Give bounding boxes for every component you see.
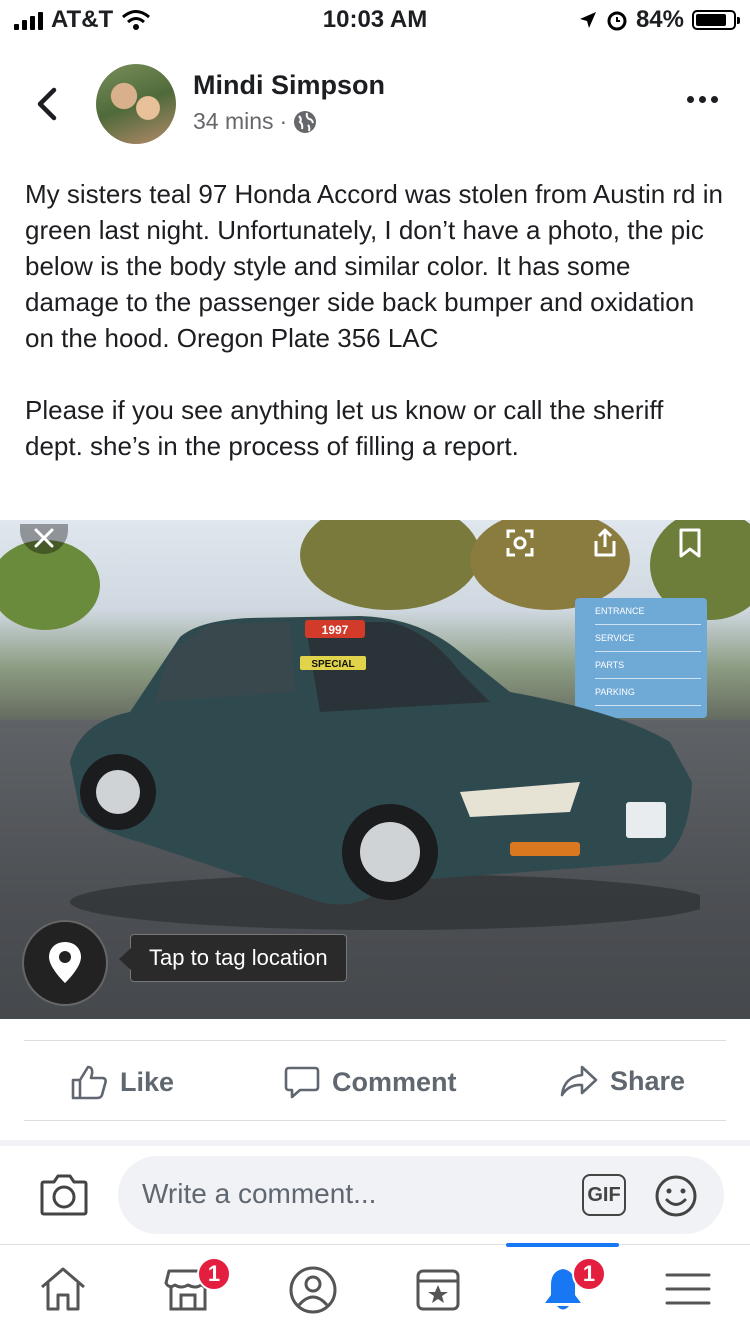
- emoji-icon[interactable]: [654, 1174, 698, 1218]
- pages-icon: [416, 1269, 460, 1311]
- location-arrow-icon: [579, 12, 596, 28]
- tab-profile[interactable]: [250, 1245, 375, 1335]
- tag-location-tooltip[interactable]: Tap to tag location: [119, 934, 347, 982]
- tab-bar: 1 1: [0, 1243, 750, 1335]
- like-label: Like: [120, 1066, 175, 1097]
- divider: [24, 1120, 726, 1121]
- post-photo[interactable]: ENTRANCE SERVICE PARTS PARKING 1997 SPEC…: [0, 520, 750, 1019]
- comment-icon: [284, 1066, 320, 1099]
- more-options-icon[interactable]: [687, 96, 718, 103]
- profile-icon: [289, 1266, 337, 1314]
- tab-menu[interactable]: [625, 1245, 750, 1335]
- windshield-sticker: SPECIAL: [311, 659, 354, 670]
- back-arrow-icon[interactable]: [30, 86, 66, 122]
- comment-placeholder: Write a comment...: [142, 1178, 377, 1209]
- thumbs-up-icon: [71, 1065, 107, 1100]
- globe-icon: [294, 110, 317, 133]
- location-pin-icon: [49, 942, 81, 983]
- menu-icon: [665, 1273, 711, 1305]
- share-photo-icon[interactable]: [590, 528, 620, 558]
- comment-composer: Write a comment... GIF: [0, 1146, 750, 1244]
- status-bar: AT&T 10:03 AM 84%: [0, 0, 750, 40]
- visual-search-icon[interactable]: [505, 528, 535, 558]
- tab-pages[interactable]: [375, 1245, 500, 1335]
- notifications-badge: 1: [572, 1257, 606, 1291]
- close-icon: [34, 528, 54, 548]
- post-meta: 34 mins ·: [193, 108, 317, 135]
- marketplace-badge: 1: [197, 1257, 231, 1291]
- divider: [24, 1040, 726, 1041]
- car-image: 1997 SPECIAL: [70, 616, 700, 930]
- post-header: Mindi Simpson 34 mins ·: [0, 58, 750, 153]
- share-label: Share: [610, 1065, 686, 1096]
- home-icon: [41, 1267, 85, 1311]
- close-photo-button[interactable]: [20, 524, 68, 554]
- tag-location-button[interactable]: [22, 920, 108, 1006]
- tab-marketplace[interactable]: 1: [125, 1245, 250, 1335]
- comment-button[interactable]: Comment: [284, 1064, 457, 1100]
- avatar[interactable]: [96, 64, 176, 144]
- author-name[interactable]: Mindi Simpson: [193, 70, 385, 101]
- post-text: My sisters teal 97 Honda Accord was stol…: [25, 179, 723, 461]
- battery-icon: [692, 10, 740, 30]
- gif-button[interactable]: GIF: [582, 1174, 626, 1216]
- tab-home[interactable]: [0, 1245, 125, 1335]
- post-time[interactable]: 34 mins: [193, 108, 274, 135]
- post-actions: Like Comment Share: [0, 1052, 750, 1112]
- windshield-year: 1997: [322, 623, 349, 637]
- share-button[interactable]: Share: [560, 1064, 685, 1098]
- save-photo-icon[interactable]: [675, 528, 705, 558]
- tab-notifications[interactable]: 1: [500, 1243, 625, 1335]
- comment-label: Comment: [332, 1066, 457, 1097]
- camera-icon[interactable]: [40, 1172, 88, 1216]
- battery-percent: 84%: [635, 6, 684, 33]
- alarm-icon: [607, 11, 627, 31]
- share-arrow-icon: [560, 1065, 598, 1097]
- photo-tree: [300, 520, 480, 610]
- comment-input[interactable]: Write a comment... GIF: [118, 1156, 724, 1234]
- like-button[interactable]: Like: [70, 1064, 174, 1100]
- meta-separator: ·: [279, 108, 288, 134]
